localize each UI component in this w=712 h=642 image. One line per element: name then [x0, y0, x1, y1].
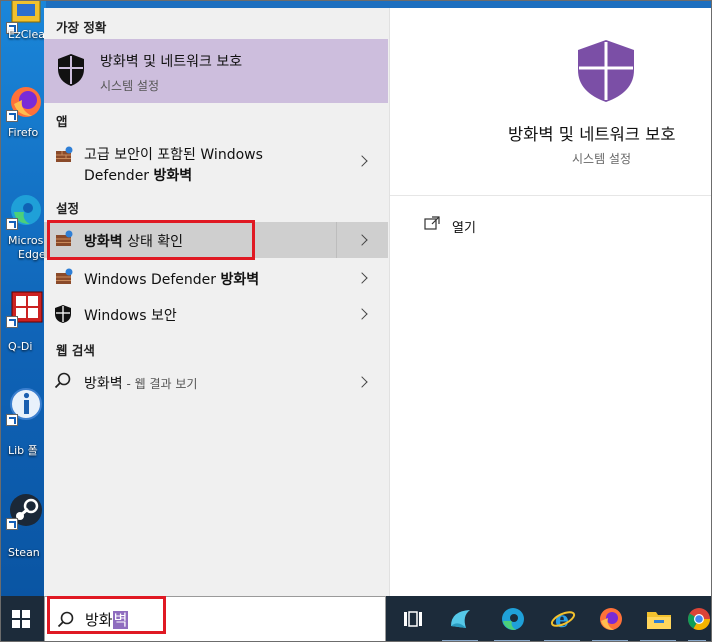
shield-icon — [58, 54, 84, 86]
highlight-box — [47, 220, 255, 260]
chevron-right-icon — [356, 155, 368, 167]
chevron-right-icon — [356, 308, 368, 320]
firewall-icon — [56, 268, 73, 284]
best-match-header: 가장 정확 — [56, 20, 107, 35]
preview-pane: 방화벽 및 네트워크 보호 시스템 설정 열기 — [390, 8, 712, 596]
settings-item-defender-firewall[interactable]: Windows Defender 방화벽 — [44, 262, 388, 294]
firefox-icon — [600, 608, 622, 630]
taskbar-app-button[interactable] — [436, 596, 484, 642]
best-match-subtitle: 시스템 설정 — [100, 79, 160, 93]
taskbar: 방화벽 e — [0, 596, 712, 642]
highlight-box — [47, 596, 166, 634]
shortcut-arrow-icon — [6, 316, 18, 328]
web-search-header: 웹 검색 — [56, 343, 95, 358]
settings-header: 설정 — [56, 201, 80, 216]
file-explorer-icon — [647, 612, 671, 629]
search-results-pane: 가장 정확 방화벽 및 네트워크 보호 시스템 설정 앱 고급 보안이 포함된 … — [44, 8, 390, 596]
desktop-shortcut-lib[interactable]: Lib 폴 — [0, 386, 46, 466]
app-item-line1: 고급 보안이 포함된 Windows — [84, 147, 263, 163]
shortcut-arrow-icon — [6, 218, 18, 230]
desktop-shortcut-edge[interactable]: Micros Edge — [0, 190, 46, 270]
task-view-button[interactable] — [388, 596, 436, 642]
windows-logo-icon — [12, 610, 30, 628]
taskbar-file-explorer-button[interactable] — [634, 596, 682, 642]
taskbar-edge-button[interactable] — [488, 596, 536, 642]
desktop-shortcut-label: Lib 폴 — [8, 444, 38, 457]
divider — [336, 222, 337, 258]
app-item-line2: Defender 방화벽 — [84, 168, 193, 184]
web-search-label: 방화벽 - 웹 결과 보기 — [84, 376, 198, 392]
desktop-shortcut-qdir[interactable]: Q-Di — [0, 288, 46, 368]
desktop-shortcut-firefox[interactable]: Firefo — [0, 82, 46, 162]
app-item-defender-firewall-advanced[interactable]: 고급 보안이 포함된 Windows Defender 방화벽 — [44, 138, 388, 184]
firewall-icon — [56, 146, 73, 162]
settings-item-label: Windows 보안 — [84, 308, 177, 324]
desktop-shortcut-label: Stean — [8, 546, 40, 559]
best-match-item[interactable]: 방화벽 및 네트워크 보호 시스템 설정 — [44, 39, 388, 103]
svg-text:e: e — [555, 607, 569, 632]
settings-item-windows-security[interactable]: Windows 보안 — [44, 298, 388, 330]
shortcut-arrow-icon — [6, 518, 18, 530]
desktop-shortcut-label: Micros — [8, 234, 44, 247]
shortcut-arrow-icon — [6, 414, 18, 426]
open-icon — [424, 216, 440, 230]
taskbar-ie-button[interactable]: e — [538, 596, 586, 642]
app-icon — [451, 610, 470, 628]
desktop-shortcut-label-2: Edge — [18, 248, 46, 261]
taskbar-chrome-button[interactable] — [682, 596, 712, 642]
web-search-item[interactable]: 방화벽 - 웹 결과 보기 — [44, 366, 388, 398]
search-icon — [54, 372, 71, 389]
desktop-shortcut-ezclean[interactable]: EzClea — [0, 0, 46, 74]
chevron-right-icon — [356, 234, 368, 246]
preview-header: 방화벽 및 네트워크 보호 시스템 설정 — [390, 8, 712, 196]
shield-icon — [55, 305, 71, 323]
edge-icon — [502, 608, 524, 630]
start-button[interactable] — [0, 596, 44, 642]
desktop-shortcut-label: Q-Di — [8, 340, 33, 353]
task-view-icon — [404, 611, 422, 627]
shortcut-arrow-icon — [6, 110, 18, 122]
shield-icon — [578, 40, 634, 102]
ie-icon: e — [550, 607, 576, 632]
preview-subtitle: 시스템 설정 — [572, 152, 632, 166]
desktop-shortcut-label: Firefo — [8, 126, 39, 139]
settings-item-label: Windows Defender 방화벽 — [84, 272, 260, 288]
desktop-shortcut-steam[interactable]: Stean — [0, 490, 46, 570]
taskbar-firefox-button[interactable] — [586, 596, 634, 642]
preview-title: 방화벽 및 네트워크 보호 — [508, 125, 676, 144]
best-match-title: 방화벽 및 네트워크 보호 — [100, 54, 243, 70]
open-label: 열기 — [452, 221, 476, 236]
desktop-shortcut-label: EzClea — [8, 28, 45, 41]
chevron-right-icon — [356, 376, 368, 388]
chrome-icon — [688, 608, 710, 630]
chevron-right-icon — [356, 272, 368, 284]
apps-header: 앱 — [56, 114, 68, 129]
desktop-background: EzClea Firefo Micros Edge Q-Di Lib 폴 Ste… — [0, 0, 46, 596]
